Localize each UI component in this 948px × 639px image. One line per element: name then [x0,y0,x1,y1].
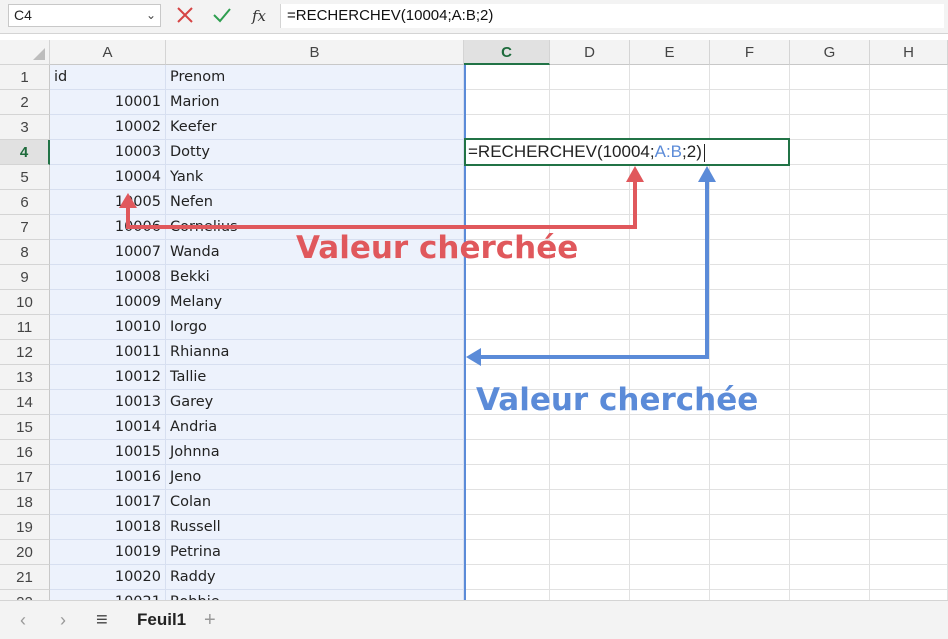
blue-annotation-label: Valeur cherchée [476,382,759,418]
blue-arrow-line [478,180,709,359]
blue-arrowhead-top [698,166,716,182]
red-arrowhead-top [626,166,644,182]
sheet-tab-feuil1[interactable]: Feuil1 [137,610,186,630]
red-arrowhead-left [119,193,137,208]
sheet-tab-bar: ‹ › ≡ Feuil1 + [0,600,948,639]
prev-sheet-icon[interactable]: ‹ [20,610,26,630]
sheet-list-icon[interactable]: ≡ [96,610,108,630]
blue-arrowhead-left [466,348,481,366]
next-sheet-icon[interactable]: › [60,610,66,630]
add-sheet-button[interactable]: + [204,610,216,630]
red-annotation-label: Valeur cherchée [296,230,579,266]
annotation-arrows [119,166,716,366]
red-arrow-line [126,180,637,229]
